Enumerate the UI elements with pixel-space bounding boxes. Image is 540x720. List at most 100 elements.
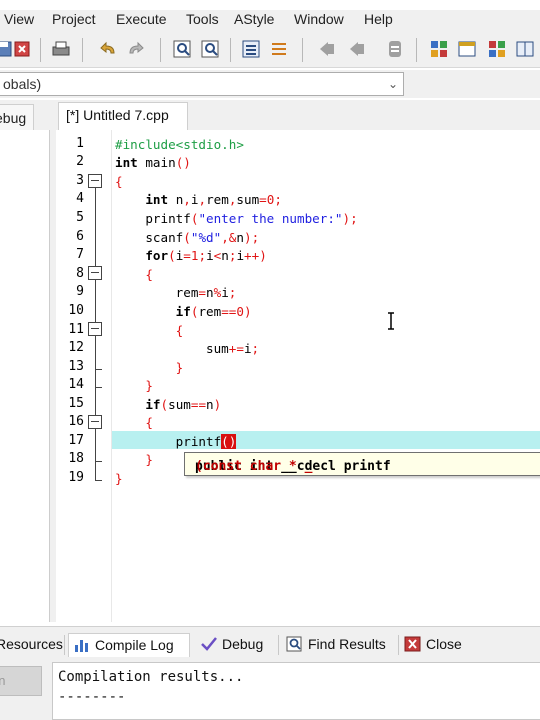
fold-toggle-icon[interactable] [88, 266, 102, 280]
scope-bar: obals) ⌄ [0, 70, 540, 98]
scope-dropdown[interactable]: obals) ⌄ [0, 72, 404, 96]
close-file-icon[interactable] [12, 38, 34, 60]
code-line[interactable]: } [115, 452, 153, 467]
menu-execute[interactable]: Execute [116, 11, 167, 27]
checkmark-icon [201, 637, 217, 651]
scope-dropdown-value: obals) [3, 76, 42, 92]
fold-end-tick [95, 387, 102, 388]
tab-compile-log[interactable]: Compile Log [68, 633, 190, 657]
tab-separator [398, 635, 399, 655]
line-number: 15 [68, 396, 84, 411]
tab-debug[interactable]: ebug [0, 104, 34, 130]
toolbar [0, 32, 540, 68]
line-number: 19 [68, 470, 84, 485]
print-icon[interactable] [50, 38, 72, 60]
fold-toggle-icon[interactable] [88, 415, 102, 429]
tab-close[interactable]: Close [400, 633, 470, 657]
goto-icon[interactable] [346, 38, 368, 60]
code-line[interactable]: printf() [115, 434, 237, 449]
menu-tools[interactable]: Tools [186, 11, 219, 27]
code-line[interactable]: sum+=i; [115, 341, 259, 356]
find-icon[interactable] [172, 38, 194, 60]
code-line[interactable]: { [115, 323, 184, 338]
menu-bar: View Project Execute Tools AStyle Window… [0, 10, 540, 32]
fold-toggle-icon[interactable] [88, 174, 102, 188]
line-number: 16 [68, 414, 84, 429]
code-line[interactable]: #include<stdio.h> [115, 137, 244, 152]
compile-log-line: -------- [58, 689, 126, 705]
tab-row: ebug [*] Untitled 7.cpp [0, 100, 540, 130]
bar-chart-icon [75, 640, 88, 652]
code-line[interactable]: } [115, 471, 123, 486]
line-number: 12 [68, 340, 84, 355]
code-line[interactable]: scanf("%d",&n); [115, 230, 259, 245]
window-icon[interactable] [456, 38, 478, 60]
code-line[interactable]: if(rem==0) [115, 304, 252, 319]
tab-resources[interactable]: Resources [0, 633, 63, 657]
tab-debug-panel[interactable]: Debug [196, 633, 274, 657]
menu-astyle[interactable]: AStyle [234, 11, 274, 27]
menu-window[interactable]: Window [294, 11, 344, 27]
fold-toggle-icon[interactable] [88, 322, 102, 336]
code-line[interactable]: { [115, 174, 123, 189]
menu-project[interactable]: Project [52, 11, 96, 27]
tab-compile-log-label: Compile Log [95, 637, 174, 653]
fold-end-tick [95, 480, 102, 481]
tab-debug-panel-label: Debug [222, 636, 264, 652]
code-line[interactable]: if(sum==n) [115, 397, 221, 412]
layout-icon[interactable] [428, 38, 450, 60]
code-line[interactable]: } [115, 360, 184, 375]
tab-separator [278, 635, 279, 655]
redo-icon[interactable] [124, 38, 146, 60]
code-line[interactable]: { [115, 267, 153, 282]
code-line[interactable]: int main() [115, 155, 191, 170]
grid-icon[interactable] [486, 38, 508, 60]
code-line[interactable]: rem=n%i; [115, 285, 237, 300]
undo-icon[interactable] [98, 38, 120, 60]
bookmark-icon[interactable] [316, 38, 338, 60]
replace-icon[interactable] [200, 38, 222, 60]
line-number: 11 [68, 322, 84, 337]
side-action-button[interactable]: on [0, 666, 42, 696]
chevron-down-icon[interactable]: ⌄ [388, 77, 398, 91]
line-number: 5 [76, 210, 84, 225]
bottom-panel-tabs: Resources Compile Log Debug Find Results… [0, 626, 540, 658]
toolbar-separator [82, 38, 83, 62]
line-number: 13 [68, 359, 84, 374]
toolbar-separator [40, 38, 41, 62]
line-number: 10 [68, 303, 84, 318]
side-action-label: on [0, 673, 6, 688]
tab-resources-label: Resources [0, 636, 63, 652]
menu-view[interactable]: View [4, 11, 34, 27]
tab-find-results[interactable]: Find Results [282, 633, 396, 657]
output-pane: on Compilation results... -------- [0, 658, 540, 720]
close-panel-icon [404, 636, 421, 652]
line-number: 17 [68, 433, 84, 448]
line-number: 3 [76, 173, 84, 188]
compile-log-output[interactable]: Compilation results... -------- [52, 662, 540, 720]
unindent-icon[interactable] [268, 38, 290, 60]
code-line[interactable]: } [115, 378, 153, 393]
ibeam-cursor-icon [388, 312, 394, 330]
tab-separator [64, 635, 65, 655]
toggle-icon[interactable] [384, 38, 406, 60]
signature-tooltip: public int __cdecl printf (const char * … [184, 452, 540, 476]
tab-file-label: [*] Untitled 7.cpp [66, 107, 169, 123]
line-number: 1 [76, 136, 84, 151]
compile-log-line: Compilation results... [58, 669, 244, 685]
tab-untitled-file[interactable]: [*] Untitled 7.cpp [58, 102, 188, 130]
code-line[interactable]: printf("enter the number:"); [115, 211, 357, 226]
code-line[interactable]: int n,i,rem,sum=0; [115, 192, 282, 207]
menu-help[interactable]: Help [364, 11, 393, 27]
line-number: 6 [76, 229, 84, 244]
toolbar-separator [416, 38, 417, 62]
code-line[interactable]: for(i=1;i<n;i++) [115, 248, 266, 263]
project-browser-pane[interactable] [0, 130, 50, 622]
indent-icon[interactable] [240, 38, 262, 60]
fold-end-tick [95, 461, 102, 462]
find-results-icon [286, 636, 302, 652]
tile-icon[interactable] [514, 38, 536, 60]
tab-debug-label: ebug [0, 110, 27, 126]
line-number: 18 [68, 451, 84, 466]
code-line[interactable]: { [115, 415, 153, 430]
